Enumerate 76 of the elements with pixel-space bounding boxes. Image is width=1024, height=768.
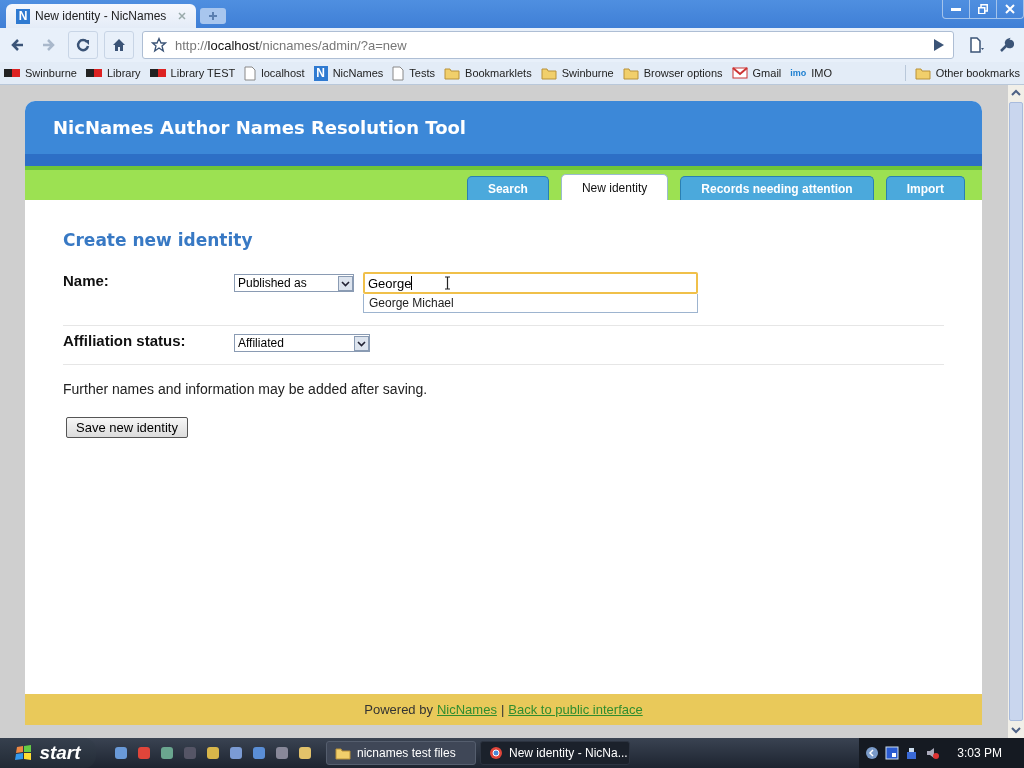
chevron-left-icon[interactable] (865, 746, 880, 760)
app-icon[interactable] (229, 746, 243, 760)
scroll-down-icon (1010, 724, 1022, 736)
bookmark[interactable]: Library (86, 67, 141, 79)
folder-icon (335, 746, 351, 760)
flag-icon (4, 68, 20, 78)
taskbar-button[interactable]: nicnames test files (326, 741, 476, 765)
play-icon[interactable] (933, 38, 945, 52)
bookmark[interactable]: Swinburne (4, 67, 77, 79)
logo-icon: N (313, 65, 328, 81)
speaker-icon[interactable] (925, 746, 940, 760)
page-menu-icon (968, 37, 984, 53)
app-icon[interactable] (137, 746, 151, 760)
flag-icon (86, 68, 102, 78)
app-icon[interactable] (298, 746, 312, 760)
bookmark[interactable]: Other bookmarks (914, 66, 1020, 80)
close-icon (1005, 4, 1015, 14)
logo-icon: N (16, 8, 30, 24)
dropdown[interactable]: Published as (234, 274, 354, 292)
separator-text: | (500, 702, 505, 717)
folder-icon (540, 66, 557, 80)
bookmark[interactable]: Swinburne (540, 66, 614, 80)
forward-icon (40, 37, 56, 53)
logo-icon: imo (790, 68, 807, 78)
home-icon (111, 37, 127, 53)
page-icon (392, 65, 405, 81)
bookmark[interactable]: Library TEST (149, 67, 236, 79)
footer-text: Powered by (364, 702, 433, 717)
folder-icon (914, 66, 931, 80)
plus-icon (208, 11, 218, 21)
page-icon (244, 65, 257, 81)
field-label: Affiliation status: (63, 332, 187, 349)
save-button[interactable]: Save new identity (66, 417, 188, 438)
flag-icon (149, 68, 166, 78)
window-icon[interactable] (885, 746, 900, 760)
start-button[interactable]: start (0, 738, 96, 768)
bookmark[interactable]: Tests (392, 65, 436, 81)
name-input[interactable]: George (363, 272, 698, 294)
nav-tab[interactable]: New identity (560, 174, 669, 200)
bookmark[interactable]: localhost (244, 65, 305, 81)
scrollbar[interactable] (1008, 85, 1024, 738)
site-title: NicNames Author Names Resolution Tool (53, 117, 467, 138)
bookmark[interactable]: imo IMO (790, 67, 833, 79)
text-cursor-icon (444, 276, 451, 290)
windows-logo-icon (15, 745, 34, 761)
app-icon[interactable] (275, 746, 289, 760)
envelope-icon (731, 67, 748, 79)
bookmark[interactable]: Gmail (731, 67, 782, 79)
minimize-icon (951, 7, 961, 11)
app-icon[interactable] (114, 746, 128, 760)
scroll-thumb[interactable] (1009, 102, 1023, 721)
back-icon (10, 37, 26, 53)
bookmark[interactable]: N NicNames (313, 65, 384, 81)
app-icon[interactable] (252, 746, 266, 760)
field-label: Name: (63, 272, 110, 289)
taskbar-button[interactable]: New identity - NicNa... (480, 741, 630, 765)
bookmark[interactable]: Bookmarklets (444, 66, 532, 80)
app-icon[interactable] (206, 746, 220, 760)
folder-icon (622, 66, 639, 80)
clock-text: 3:03 PM (957, 746, 1002, 760)
dropdown[interactable]: Affiliated (234, 334, 370, 352)
star-icon[interactable] (151, 37, 167, 53)
app-icon[interactable] (160, 746, 174, 760)
reload-button[interactable] (68, 31, 98, 59)
reload-icon (75, 37, 91, 53)
page-heading: Create new identity (63, 230, 254, 250)
globe-icon (489, 746, 503, 760)
url-text: http://localhost/nicnames/admin/?a=new (175, 37, 408, 53)
home-button[interactable] (104, 31, 134, 59)
suggestion-item[interactable]: George Michael (364, 294, 697, 312)
restore-icon (978, 4, 988, 14)
bookmark[interactable]: Browser options (622, 66, 723, 80)
address-bar[interactable]: http://localhost/nicnames/admin/?a=new (142, 31, 954, 59)
info-text: Further names and information may be added after saving. (63, 381, 429, 397)
browser-tab[interactable]: N New identity - NicNames (6, 4, 196, 28)
folder-icon (444, 66, 461, 80)
